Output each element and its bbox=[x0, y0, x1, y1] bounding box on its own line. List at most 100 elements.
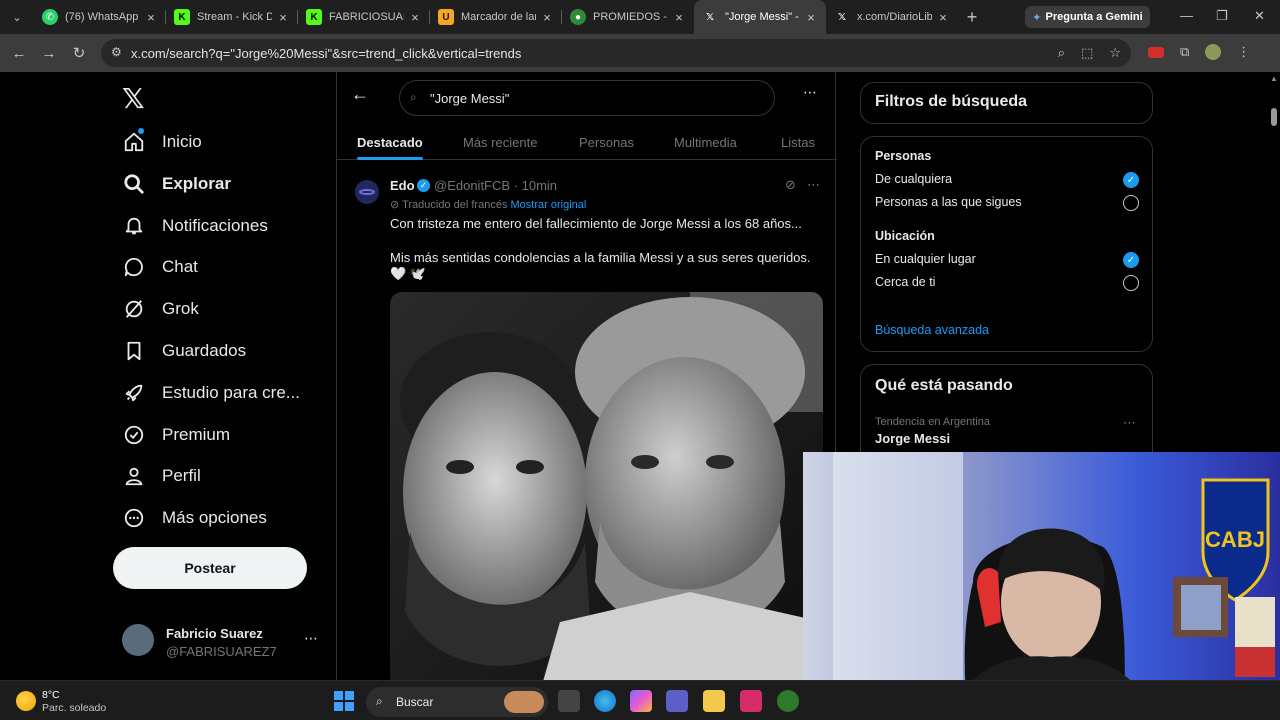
tab-multimedia[interactable]: Multimedia bbox=[674, 124, 737, 160]
browser-tab[interactable]: 𝕏 x.com/DiarioLib × bbox=[826, 0, 958, 34]
new-tab-button[interactable]: + bbox=[958, 7, 986, 28]
weather-widget[interactable]: 8°C Parc. soleado bbox=[16, 687, 126, 715]
account-switcher[interactable]: Fabricio Suarez @FABRISUAREZ7 ⋯ bbox=[122, 620, 322, 660]
sidebar-item-mas-opciones[interactable]: Más opciones bbox=[122, 500, 267, 536]
restore-window-icon[interactable]: ❐ bbox=[1216, 8, 1228, 24]
filter-option-cerca-de-ti[interactable]: Cerca de ti bbox=[875, 275, 935, 289]
person-icon bbox=[122, 464, 146, 488]
browser-menu-icon[interactable]: ⋮ bbox=[1237, 44, 1250, 60]
extension-red-icon[interactable] bbox=[1148, 46, 1164, 58]
close-tab-icon[interactable]: × bbox=[276, 10, 290, 25]
more-horizontal-icon[interactable]: ⋯ bbox=[1123, 415, 1136, 431]
reload-icon[interactable]: ↻ bbox=[64, 44, 94, 62]
tab-search-button[interactable]: ⌄ bbox=[0, 0, 34, 34]
gemini-button[interactable]: ✦ Pregunta a Gemini bbox=[1025, 6, 1150, 28]
sidebar-item-label: Inicio bbox=[162, 132, 202, 151]
browser-tab-active[interactable]: 𝕏 "Jorge Messi" - X × bbox=[694, 0, 826, 34]
grok-icon[interactable]: ⊘ bbox=[785, 177, 796, 193]
radio-checked-icon[interactable]: ✓ bbox=[1123, 252, 1139, 268]
radio-unchecked-icon[interactable] bbox=[1123, 195, 1139, 211]
browser-tab[interactable]: ✆ (76) WhatsApp × bbox=[34, 0, 166, 34]
sidebar-item-estudio[interactable]: Estudio para cre... bbox=[122, 375, 300, 411]
scrollbar-thumb[interactable] bbox=[1271, 108, 1277, 126]
sidebar-item-label: Perfil bbox=[162, 466, 201, 485]
sidebar-item-premium[interactable]: Premium bbox=[122, 417, 230, 453]
filter-option-de-cualquiera[interactable]: De cualquiera bbox=[875, 172, 952, 186]
tab-personas[interactable]: Personas bbox=[579, 124, 634, 160]
more-horizontal-icon[interactable]: ⋯ bbox=[807, 177, 820, 193]
back-arrow-icon[interactable]: ← bbox=[351, 84, 369, 105]
file-explorer-icon[interactable] bbox=[703, 690, 725, 712]
bookmark-star-icon[interactable]: ☆ bbox=[1109, 45, 1121, 61]
close-tab-icon[interactable]: × bbox=[408, 10, 422, 25]
sidebar-item-label: Más opciones bbox=[162, 508, 267, 527]
x-icon: 𝕏 bbox=[837, 11, 847, 23]
sidebar-item-grok[interactable]: Grok bbox=[122, 291, 199, 327]
tweet-handle-time[interactable]: @EdonitFCB · 10min bbox=[434, 178, 557, 193]
advanced-search-link[interactable]: Búsqueda avanzada bbox=[875, 323, 989, 337]
more-horizontal-icon[interactable]: ⋯ bbox=[304, 630, 318, 647]
browser-tab[interactable]: U Marcador de lar × bbox=[430, 0, 562, 34]
taskbar-search-input[interactable]: ⌕ Buscar bbox=[366, 687, 548, 717]
sidebar-item-label: Guardados bbox=[162, 341, 247, 360]
sidebar-item-label: Explorar bbox=[162, 174, 231, 193]
scroll-up-icon[interactable]: ▲ bbox=[1270, 74, 1278, 83]
sidebar-item-guardados[interactable]: Guardados bbox=[122, 333, 246, 369]
edge-icon[interactable] bbox=[594, 690, 616, 712]
profile-avatar-icon[interactable] bbox=[1205, 44, 1222, 60]
app-store-icon[interactable] bbox=[740, 690, 762, 712]
sidebar-item-inicio[interactable]: Inicio bbox=[122, 124, 202, 160]
trend-name[interactable]: Jorge Messi bbox=[875, 431, 950, 446]
sidebar-item-notificaciones[interactable]: Notificaciones bbox=[122, 208, 268, 244]
browser-tab[interactable]: K FABRICIOSUARE × bbox=[298, 0, 430, 34]
post-button[interactable]: Postear bbox=[113, 547, 307, 589]
whatsapp-icon: ✆ bbox=[42, 9, 58, 25]
tweet-photo[interactable] bbox=[390, 292, 823, 680]
back-arrow-icon[interactable]: ← bbox=[4, 45, 34, 62]
sidebar-item-chat[interactable]: Chat bbox=[122, 249, 198, 285]
install-app-icon[interactable]: ⬚ bbox=[1081, 45, 1093, 61]
close-window-icon[interactable]: ✕ bbox=[1254, 8, 1265, 24]
sidebar-item-label: Chat bbox=[162, 257, 198, 276]
avatar[interactable] bbox=[355, 180, 379, 204]
sidebar-item-perfil[interactable]: Perfil bbox=[122, 458, 201, 494]
tab-listas[interactable]: Listas bbox=[781, 124, 815, 160]
browser-tab[interactable]: ● PROMIEDOS - F × bbox=[562, 0, 694, 34]
close-tab-icon[interactable]: × bbox=[672, 10, 686, 25]
teams-icon[interactable] bbox=[666, 690, 688, 712]
sidebar-item-label: Notificaciones bbox=[162, 216, 268, 235]
tab-destacado[interactable]: Destacado bbox=[357, 124, 423, 160]
taskbar-search-placeholder: Buscar bbox=[396, 695, 434, 709]
close-tab-icon[interactable]: × bbox=[936, 10, 950, 25]
app-u-icon[interactable] bbox=[777, 690, 799, 712]
tab-mas-reciente[interactable]: Más reciente bbox=[463, 124, 537, 160]
show-original-link[interactable]: Mostrar original bbox=[511, 199, 587, 211]
browser-tab[interactable]: K Stream - Kick Da × bbox=[166, 0, 298, 34]
close-tab-icon[interactable]: × bbox=[144, 10, 158, 25]
forward-arrow-icon[interactable]: → bbox=[34, 45, 64, 62]
tweet[interactable]: Edo ✓ @EdonitFCB · 10min ⊘ ⋯ ⊘ Traducido… bbox=[337, 168, 837, 680]
address-bar[interactable]: ⚙ x.com/search?q="Jorge%20Messi"&src=tre… bbox=[101, 39, 1131, 67]
sidebar-item-explorar[interactable]: Explorar bbox=[122, 166, 231, 202]
more-horizontal-icon[interactable]: ⋯ bbox=[803, 84, 817, 101]
x-logo-icon[interactable]: 𝕏 bbox=[122, 82, 145, 115]
copilot-icon[interactable] bbox=[630, 690, 652, 712]
filter-option-personas-que-sigues[interactable]: Personas a las que sigues bbox=[875, 195, 1022, 209]
search-input[interactable]: ⌕ "Jorge Messi" bbox=[399, 80, 775, 116]
close-tab-icon[interactable]: × bbox=[804, 10, 818, 25]
task-view-icon[interactable] bbox=[558, 690, 580, 712]
windows-start-icon[interactable] bbox=[334, 691, 354, 711]
tab-title: Stream - Kick Da bbox=[197, 11, 272, 23]
extensions-puzzle-icon[interactable]: ⧉ bbox=[1180, 44, 1189, 60]
radio-checked-icon[interactable]: ✓ bbox=[1123, 172, 1139, 188]
tweet-author-name[interactable]: Edo bbox=[390, 178, 415, 193]
minimize-window-icon[interactable]: — bbox=[1180, 8, 1193, 23]
filter-option-cualquier-lugar[interactable]: En cualquier lugar bbox=[875, 252, 976, 266]
close-tab-icon[interactable]: × bbox=[540, 10, 554, 25]
kick-icon: K bbox=[306, 9, 322, 25]
translated-label: Traducido del francés bbox=[402, 199, 508, 211]
zoom-icon[interactable]: ⌕ bbox=[1058, 45, 1065, 61]
filter-heading-personas: Personas bbox=[875, 149, 932, 163]
radio-unchecked-icon[interactable] bbox=[1123, 275, 1139, 291]
site-info-icon[interactable]: ⚙ bbox=[111, 45, 122, 59]
